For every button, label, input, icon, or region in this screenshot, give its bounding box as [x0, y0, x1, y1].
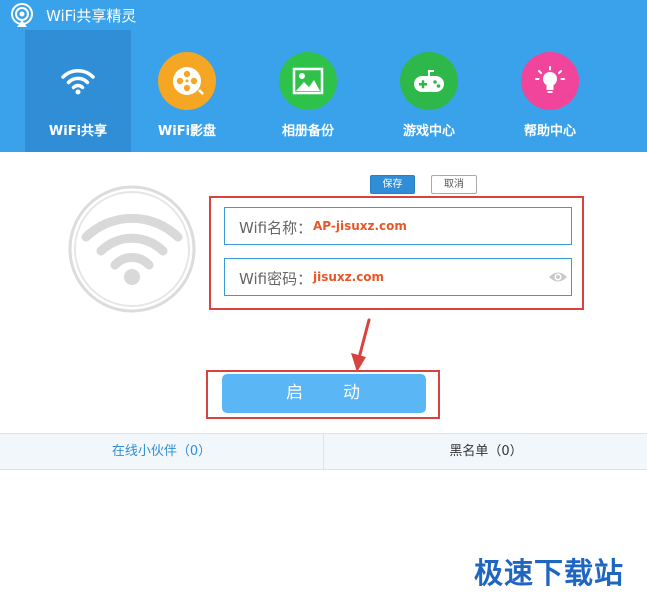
wifi-status-icon — [68, 185, 196, 313]
app-title: WiFi共享精灵 — [46, 7, 137, 25]
nav-item-game-center[interactable]: 游戏中心 — [376, 30, 482, 152]
save-button[interactable]: 保存 — [370, 175, 415, 194]
site-watermark: 极速下载站 — [474, 556, 625, 590]
eye-icon[interactable] — [548, 269, 568, 285]
wifi-password-value: jisuxz.com — [313, 270, 385, 284]
wifi-name-label: Wifi名称： — [239, 219, 313, 237]
image-icon — [279, 52, 337, 110]
header-bar: WiFi共享精灵 WiFi共享 WiFi影盘 相册备份 游戏中心 帮助中心 — [0, 0, 647, 152]
wifi-password-label: Wifi密码： — [239, 270, 313, 288]
app-logo-icon — [11, 3, 33, 27]
tab-online-friends[interactable]: 在线小伙伴（0） — [0, 434, 324, 469]
pointer-arrow-icon — [351, 318, 371, 372]
wifi-name-value: AP-jisuxz.com — [313, 219, 407, 233]
lightbulb-icon — [521, 52, 579, 110]
nav-label-help-center: 帮助中心 — [523, 124, 576, 139]
start-button-label: 启 动 — [286, 383, 362, 403]
start-button[interactable]: 启 动 — [222, 374, 426, 413]
tab-blacklist[interactable]: 黑名单（0） — [325, 434, 647, 469]
nav-label-game-center: 游戏中心 — [402, 124, 455, 139]
tab-bar: 在线小伙伴（0） 黑名单（0） — [0, 433, 647, 470]
wifi-password-field[interactable]: Wifi密码： jisuxz.com — [224, 258, 572, 296]
nav-item-album-backup[interactable]: 相册备份 — [255, 30, 361, 152]
gamepad-icon — [400, 52, 458, 110]
nav-label-wifi-disk: WiFi影盘 — [157, 124, 217, 139]
nav-item-wifi-share[interactable]: WiFi共享 — [25, 30, 131, 152]
nav-label-wifi-share: WiFi共享 — [48, 124, 108, 139]
film-reel-icon — [158, 52, 216, 110]
nav-item-wifi-disk[interactable]: WiFi影盘 — [134, 30, 240, 152]
wifi-icon — [49, 52, 107, 110]
nav-label-album-backup: 相册备份 — [281, 124, 334, 139]
wifi-name-field[interactable]: Wifi名称： AP-jisuxz.com — [224, 207, 572, 245]
cancel-button[interactable]: 取消 — [431, 175, 477, 194]
nav-item-help-center[interactable]: 帮助中心 — [497, 30, 603, 152]
